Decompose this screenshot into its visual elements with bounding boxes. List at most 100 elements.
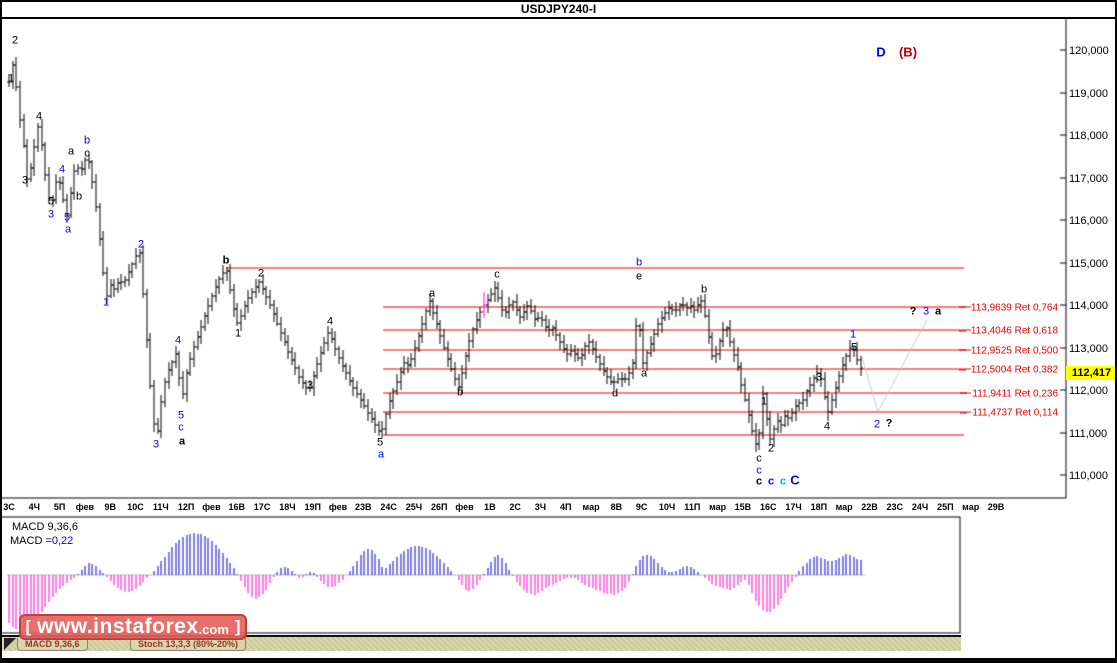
wave-label: d [611, 387, 619, 400]
price-and-macd-canvas [2, 2, 1115, 661]
wave-label: 3 [152, 438, 160, 451]
chart-window: USDJPY240-I 120,000 119,000 118,000 117,000… [0, 0, 1117, 663]
time-axis-label: 5П [53, 502, 66, 512]
time-axis-label: 16С [759, 502, 777, 512]
title-bar: USDJPY240-I [2, 2, 1115, 19]
wave-label: b [75, 190, 83, 203]
instaforex-logo[interactable]: [www.instaforex .com] [19, 614, 247, 640]
time-axis-label: 18П [810, 502, 828, 512]
wave-label: 4 [35, 110, 43, 123]
time-axis-label: 17Ч [785, 502, 802, 512]
wave-label: c [84, 147, 90, 160]
time-axis-label: 9С [635, 502, 648, 512]
time-axis-label: 25Ч [405, 502, 423, 512]
time-axis-label: мар [835, 502, 853, 512]
time-axis-label: 17С [253, 502, 271, 512]
wave-label: D [876, 44, 886, 60]
wave-label: 2 [257, 267, 265, 280]
price-axis-tick-label: 118,000 [1069, 130, 1108, 142]
price-axis-tick-label: 115,000 [1069, 257, 1108, 270]
wave-label: 1 [849, 328, 857, 341]
wave-label: 3 [21, 174, 29, 187]
wave-label: c [755, 475, 763, 488]
price-axis-tick-label: 119,000 [1069, 87, 1108, 100]
wave-label: 3 [815, 371, 823, 384]
time-axis-label: мар [962, 502, 980, 512]
wave-label: 3 [306, 379, 314, 392]
time-axis-label: 8В [610, 502, 623, 512]
wave-label: 4 [823, 420, 831, 433]
time-axis-label: 24С [380, 502, 397, 512]
wave-label: 5 [47, 195, 55, 208]
fib-level-label: 111,4737 Ret 0,114 [960, 408, 1058, 419]
logo-tld: .com [198, 621, 229, 637]
wave-label: C [790, 472, 800, 488]
wave-label: 4 [326, 315, 334, 328]
wave-label: 5 [850, 341, 858, 354]
wave-label: 2 [873, 418, 881, 431]
time-axis-label: фев [202, 502, 221, 512]
wave-label: 2 [11, 34, 19, 47]
time-axis-label: 24Ч [911, 502, 929, 512]
macd-indicator-value: MACD =0,22 [10, 535, 73, 547]
fib-level-label: 113,4046 Ret 0,618 [959, 326, 1058, 337]
wave-label: e [635, 270, 643, 283]
wave-label: c [494, 268, 500, 281]
fib-level-label: 113,9639 Ret 0,764 [959, 302, 1058, 313]
wave-label: a [640, 367, 648, 380]
wave-label: a [428, 287, 436, 300]
chart-title: USDJPY240-I [520, 2, 597, 16]
wave-label: ? [885, 417, 893, 430]
wave-label: a [67, 145, 75, 158]
time-axis-label: 23В [355, 502, 372, 512]
price-axis-tick-label: 112,000 [1069, 385, 1108, 397]
fib-level-label: 111,9411 Ret 0,236 [960, 388, 1058, 399]
wave-label: a [178, 435, 186, 448]
macd-value-prefix: MACD = [10, 535, 52, 547]
wave-label: 5 [63, 211, 71, 224]
wave-label: b [83, 134, 91, 147]
wave-label: a [934, 305, 942, 318]
time-axis-label: мар [582, 502, 600, 512]
wave-label: c [779, 475, 787, 488]
time-axis-label: 16В [228, 502, 246, 512]
fib-level-label: 112,9525 Ret 0,500 [959, 345, 1058, 356]
time-axis-label: 2С [509, 502, 521, 512]
price-axis-tick-label: 113,000 [1069, 342, 1108, 355]
logo-text: www.instaforex [37, 615, 199, 638]
wave-label: 3 [922, 305, 930, 318]
price-axis-tick-label: 120,000 [1069, 45, 1109, 57]
fib-level-label: 112,5004 Ret 0,382 [959, 364, 1058, 375]
macd-indicator-name: MACD 9,36,6 [12, 521, 79, 533]
time-axis-label: 18Ч [279, 502, 296, 512]
tab-corner-icon [4, 638, 16, 650]
wave-label: b [222, 254, 230, 267]
wave-label: 2 [767, 442, 775, 455]
wave-label: 1 [7, 72, 15, 85]
time-axis-label: 15В [734, 502, 752, 512]
wave-label: 3 [47, 208, 55, 221]
time-axis-label: 3Ч [534, 502, 547, 512]
wave-label: b [635, 256, 643, 269]
wave-label: 4 [58, 163, 66, 176]
wave-label: 1 [760, 395, 768, 408]
time-axis-label: 11П [684, 502, 701, 512]
price-axis-tick-label: 110,000 [1069, 470, 1108, 482]
time-axis-label: 1В [484, 502, 496, 512]
time-axis-label: мар [709, 502, 727, 512]
time-axis-label: фев [455, 502, 474, 512]
time-axis-label: 9В [104, 502, 116, 512]
wave-label: c [767, 475, 775, 488]
time-axis-label: 11Ч [152, 502, 169, 512]
time-axis-label: 25П [937, 502, 954, 512]
wave-label: 4 [174, 334, 182, 347]
time-axis-label: фев [75, 502, 95, 512]
wave-label: c [178, 421, 184, 434]
wave-label: b [456, 386, 464, 399]
wave-label: 5 [177, 409, 185, 422]
logo-bracket-right: ] [234, 617, 241, 636]
time-axis-label: 10Ч [658, 502, 676, 512]
time-axis-label: 4П [560, 502, 572, 512]
price-axis-tick-label: 114,000 [1069, 300, 1108, 312]
time-axis-label: 3С [3, 502, 15, 512]
